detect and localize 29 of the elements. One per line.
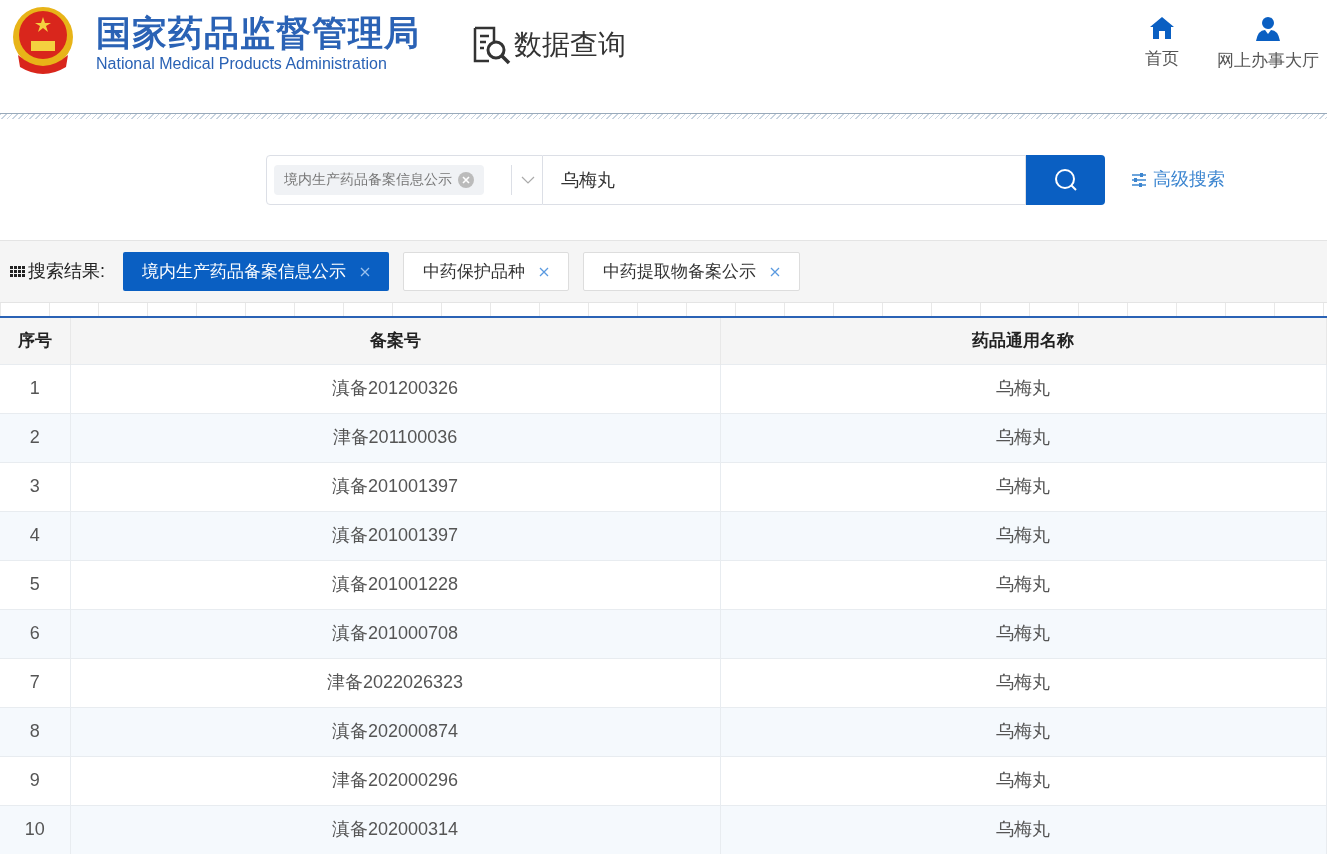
home-icon — [1149, 16, 1175, 40]
site-subtitle: National Medical Products Administration — [96, 54, 388, 74]
site-title: 国家药品监督管理局 — [96, 12, 420, 54]
search-button[interactable] — [1026, 154, 1105, 205]
result-tab[interactable]: 中药提取物备案公示 — [583, 252, 800, 291]
table-cell: 乌梅丸 — [720, 805, 1327, 854]
results-label: 搜索结果: — [28, 260, 105, 283]
advanced-search-link[interactable]: 高级搜索 — [1131, 166, 1225, 193]
search-field[interactable]: 乌梅丸 — [543, 154, 1026, 205]
section-title: 数据查询 — [514, 28, 626, 62]
document-search-icon — [472, 25, 512, 65]
result-tab[interactable]: 境内生产药品备案信息公示 — [123, 252, 389, 291]
close-icon[interactable] — [770, 266, 780, 277]
chevron-down-icon — [521, 175, 535, 184]
sliders-icon — [1131, 172, 1147, 187]
nav-link[interactable]: 首页 — [1145, 16, 1179, 74]
category-tag: 境内生产药品备案信息公示 — [274, 164, 484, 195]
category-select[interactable]: 境内生产药品备案信息公示 — [266, 154, 543, 205]
search-icon — [1053, 167, 1078, 192]
table-cell: 滇备202000314 — [70, 805, 720, 854]
close-icon[interactable] — [539, 266, 549, 277]
user-icon — [1255, 16, 1281, 42]
close-icon[interactable] — [360, 266, 370, 277]
table-cell: 10 — [0, 805, 70, 854]
result-tab[interactable]: 中药保护品种 — [403, 252, 569, 291]
nav-link[interactable]: 网上办事大厅 — [1217, 16, 1319, 74]
grid-icon — [10, 265, 25, 278]
emblem-logo — [10, 5, 76, 75]
clear-icon[interactable] — [458, 171, 474, 188]
